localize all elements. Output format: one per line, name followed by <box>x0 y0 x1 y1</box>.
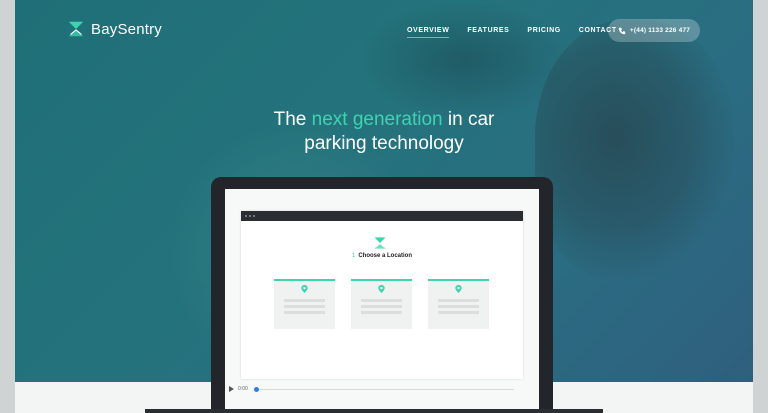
video-progress-knob[interactable] <box>253 386 259 392</box>
baysentry-logo-icon <box>68 21 84 37</box>
hero-headline: The next generation in car parking techn… <box>15 108 753 156</box>
card-line <box>284 299 325 302</box>
video-progress-bar[interactable] <box>253 386 514 392</box>
card-line <box>284 311 325 314</box>
location-card[interactable] <box>351 279 412 329</box>
headline-line-2: parking technology <box>304 133 464 154</box>
headline-line-1: The next generation in car <box>15 108 753 132</box>
step-title: Choose a Location <box>358 253 412 259</box>
window-dot <box>249 215 251 217</box>
step-number: 1 <box>351 253 356 259</box>
card-line <box>284 305 325 308</box>
window-dot <box>245 215 247 217</box>
headline-post: in car <box>442 109 495 130</box>
location-pin-icon <box>301 285 308 293</box>
phone-number: +(44) 1133 226 477 <box>629 27 691 34</box>
window-dot <box>253 215 255 217</box>
headline-accent: next generation <box>311 109 443 130</box>
location-pin-icon <box>455 285 462 293</box>
demo-browser-window: 1 Choose a Location <box>241 211 523 379</box>
laptop-screen: 1 Choose a Location <box>225 189 539 413</box>
play-icon[interactable] <box>229 386 234 392</box>
location-pin-icon <box>378 285 385 293</box>
video-time: 0:00 <box>238 386 248 392</box>
card-line <box>361 305 402 308</box>
phone-button[interactable]: +(44) 1133 226 477 <box>608 19 700 42</box>
headline-pre: The <box>273 109 312 130</box>
brand[interactable]: BaySentry <box>67 20 162 38</box>
card-line <box>438 299 479 302</box>
main-nav: OVERVIEW FEATURES PRICING CONTACT <box>407 27 617 38</box>
card-line <box>438 311 479 314</box>
card-line <box>438 305 479 308</box>
brand-name: BaySentry <box>91 20 162 38</box>
phone-icon <box>618 27 626 34</box>
video-controls: 0:00 <box>225 382 543 396</box>
nav-pricing[interactable]: PRICING <box>527 27 560 38</box>
card-line <box>361 311 402 314</box>
location-card[interactable] <box>274 279 335 329</box>
laptop-mockup: 1 Choose a Location 0:00 <box>211 177 553 413</box>
baysentry-logo-icon <box>374 237 386 249</box>
nav-features[interactable]: FEATURES <box>467 27 509 38</box>
browser-titlebar <box>241 211 523 221</box>
page-frame: BaySentry OVERVIEW FEATURES PRICING CONT… <box>15 0 753 413</box>
card-line <box>361 299 402 302</box>
location-card[interactable] <box>428 279 489 329</box>
laptop-base <box>145 409 603 413</box>
step-heading: 1 Choose a Location <box>241 253 523 259</box>
nav-overview[interactable]: OVERVIEW <box>407 27 450 38</box>
